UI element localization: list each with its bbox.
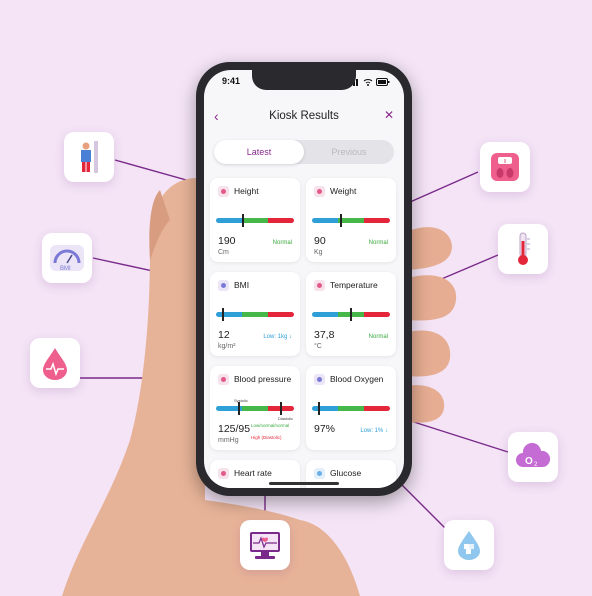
- card-blood-pressure[interactable]: Blood pressure Systolic Diastolic 125/95…: [210, 366, 300, 450]
- card-label: Blood Oxygen: [330, 374, 384, 384]
- card-unit: kg/m²: [218, 343, 236, 350]
- card-bmi[interactable]: BMI 12 kg/m² Low: 1kg ↓: [210, 272, 300, 356]
- range-marker-systolic: [238, 402, 240, 415]
- card-label: Blood pressure: [234, 374, 292, 384]
- phone-frame: 9:41 ‹ Kiosk Results ✕ Latest Previous H…: [196, 62, 412, 496]
- home-indicator: [269, 482, 339, 485]
- range-bar: [216, 312, 294, 317]
- wifi-icon: [363, 79, 373, 86]
- svg-text:BMI: BMI: [60, 266, 71, 272]
- status-time: 9:41: [222, 76, 241, 86]
- status-label: Low: 1% ↓: [360, 428, 388, 434]
- card-blood-oxygen[interactable]: Blood Oxygen 97% Low: 1% ↓: [306, 366, 396, 450]
- tab-previous[interactable]: Previous: [304, 140, 394, 164]
- oxygen-icon: [314, 374, 325, 385]
- card-label: Weight: [330, 186, 357, 196]
- status-label-1: Low/normal/normal: [251, 423, 290, 428]
- phone-notch: [252, 70, 356, 90]
- range-bar: [312, 218, 390, 223]
- tab-latest[interactable]: Latest: [214, 140, 304, 164]
- status-label: Normal: [368, 240, 388, 246]
- status-label: Normal: [368, 334, 388, 340]
- card-value: 12: [218, 329, 230, 341]
- card-label: Height: [234, 186, 259, 196]
- glucose-icon: [314, 468, 325, 479]
- thermometer-icon: [498, 224, 548, 274]
- weight-icon: [314, 186, 325, 197]
- card-value: 97%: [314, 423, 336, 435]
- card-temperature[interactable]: Temperature 37,8 °C Normal: [306, 272, 396, 356]
- range-bar: [216, 218, 294, 223]
- diastolic-label: Diastolic: [278, 416, 294, 421]
- svg-text:O: O: [525, 456, 533, 467]
- status-label-2: High (Diastolic): [251, 435, 282, 440]
- card-weight[interactable]: Weight 90 Kg Normal: [306, 178, 396, 262]
- card-value: 125/95: [218, 423, 251, 435]
- bmi-gauge-icon: BMI: [42, 233, 92, 283]
- systolic-label: Systolic: [234, 398, 248, 403]
- weight-scale-icon: [480, 142, 530, 192]
- bmi-icon: [218, 280, 229, 291]
- card-unit: Cm: [218, 249, 229, 256]
- header: ‹ Kiosk Results ✕: [204, 106, 404, 126]
- card-value: 190: [218, 235, 236, 247]
- range-marker: [350, 308, 352, 321]
- card-label: Glucose: [330, 468, 362, 478]
- height-icon: [218, 186, 229, 197]
- oxygen-cloud-icon: O2: [508, 432, 558, 482]
- range-bar: [312, 406, 390, 411]
- range-marker: [222, 308, 224, 321]
- card-label: BMI: [234, 280, 250, 290]
- card-height[interactable]: Height 190 Cm Normal: [210, 178, 300, 262]
- card-unit: Kg: [314, 249, 323, 256]
- range-marker: [318, 402, 320, 415]
- status-label: Normal: [272, 240, 292, 246]
- range-marker-diastolic: [280, 402, 282, 415]
- card-value: 90: [314, 235, 326, 247]
- card-unit: mmHg: [218, 437, 239, 444]
- page-title: Kiosk Results: [269, 110, 339, 122]
- card-label: Temperature: [330, 280, 378, 290]
- phone-screen: 9:41 ‹ Kiosk Results ✕ Latest Previous H…: [204, 70, 404, 488]
- close-icon[interactable]: ✕: [384, 108, 394, 122]
- blood-drop-icon: [30, 338, 80, 388]
- status-label: Low: 1kg ↓: [263, 334, 292, 340]
- card-unit: °C: [314, 343, 322, 350]
- range-marker: [340, 214, 342, 227]
- thermometer-icon: [314, 280, 325, 291]
- heart-icon: [218, 468, 229, 479]
- range-marker: [242, 214, 244, 227]
- card-label: Heart rate: [234, 468, 272, 478]
- battery-icon: [376, 78, 390, 86]
- range-bar: [216, 406, 294, 411]
- glucose-drop-icon: [444, 520, 494, 570]
- card-value: 37,8: [314, 329, 335, 341]
- heart-monitor-icon: [240, 520, 290, 570]
- height-measure-icon: [64, 132, 114, 182]
- blood-drop-icon: [218, 374, 229, 385]
- segmented-control: Latest Previous: [214, 140, 394, 164]
